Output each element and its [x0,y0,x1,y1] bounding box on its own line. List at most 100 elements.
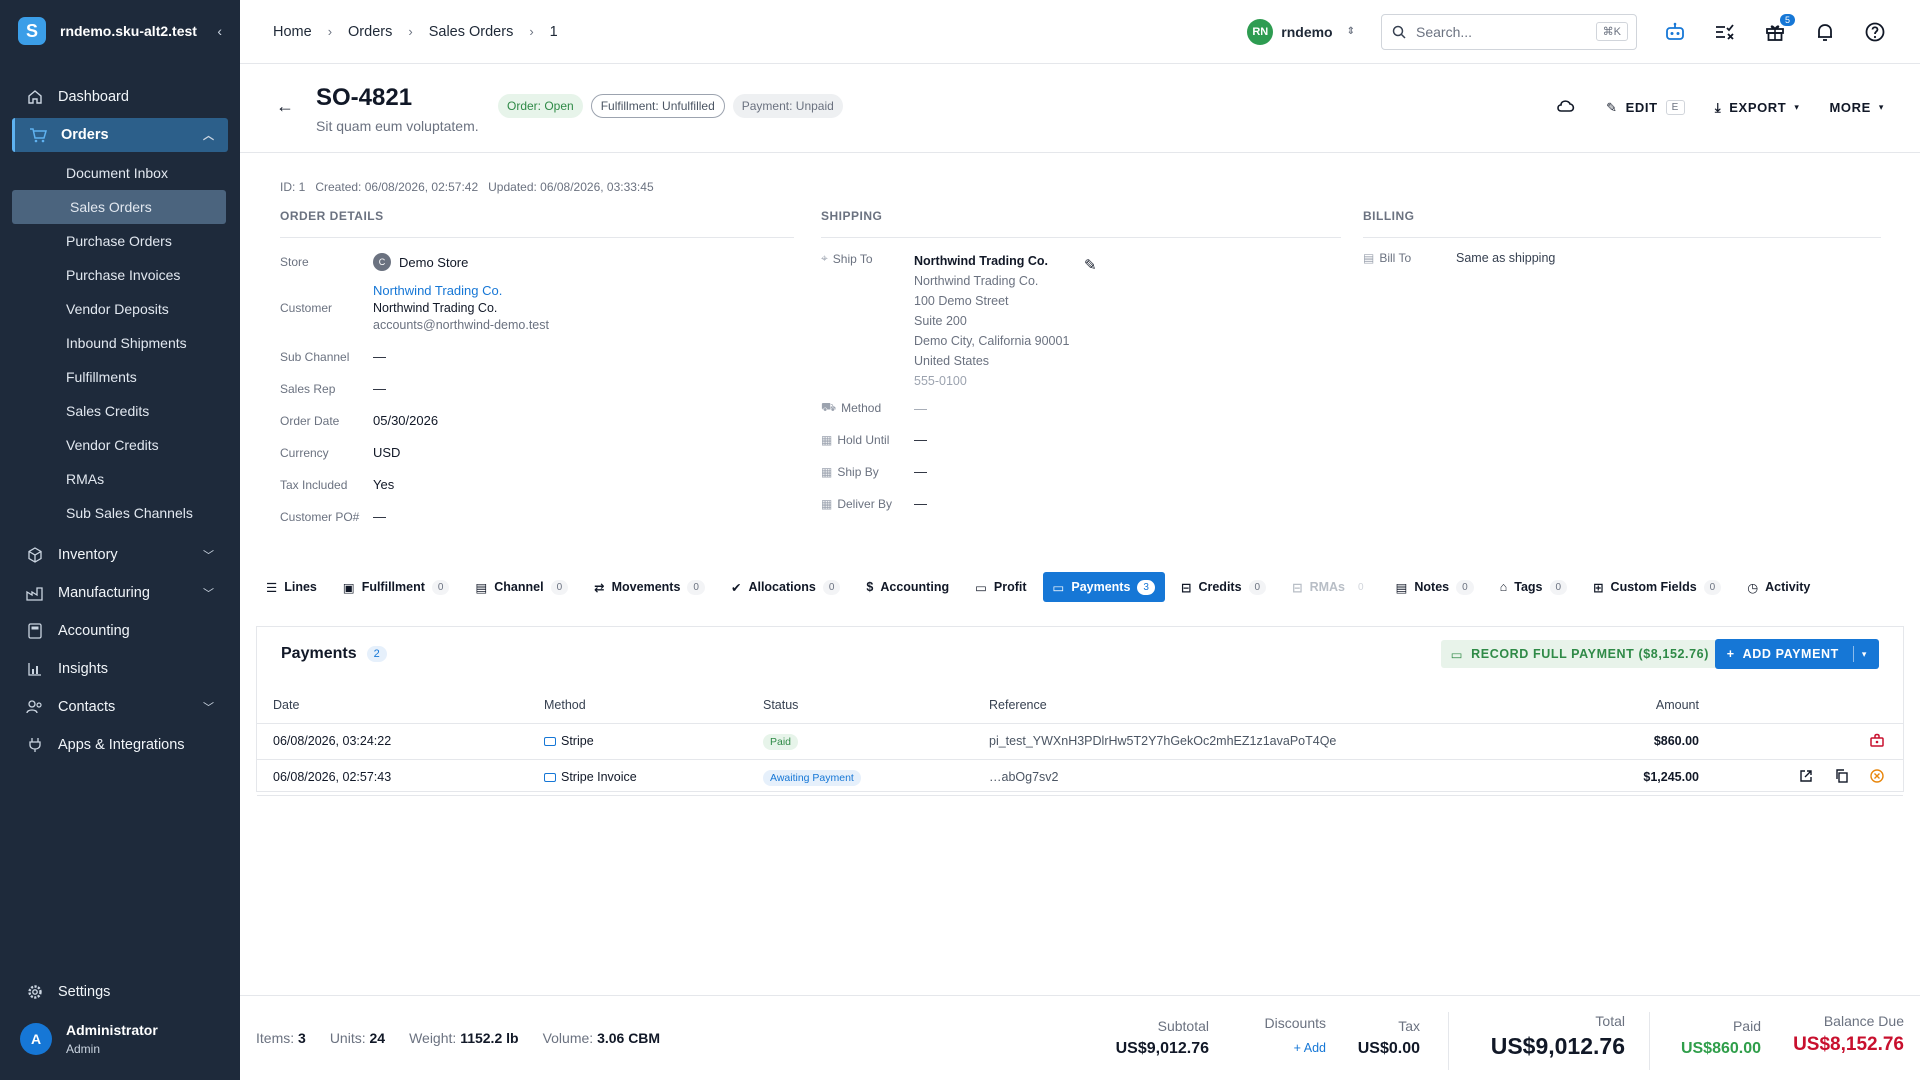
back-arrow-icon[interactable]: ← [276,96,294,117]
tab-movements[interactable]: ⇄ Movements 0 [584,572,715,602]
payment-amount: $1,245.00 [1549,759,1699,796]
sidebar-subitem-sub-sales-channels[interactable]: Sub Sales Channels [12,496,226,530]
tab-channel[interactable]: ▤ Channel 0 [465,572,578,602]
contacts-icon [26,698,44,716]
sidebar-subitem-vendor-deposits[interactable]: Vendor Deposits [12,292,226,326]
user-name: Administrator [66,1022,158,1038]
tab-count: 3 [1137,579,1155,595]
sub-channel-value: — [373,349,386,364]
sidebar-subitem-sales-credits[interactable]: Sales Credits [12,394,226,428]
sidebar-item-apps-integrations[interactable]: Apps & Integrations [12,728,228,762]
sidebar-subitem-document-inbox[interactable]: Document Inbox [12,156,226,190]
table-row[interactable]: 06/08/2026, 03:24:22 Stripe Paid pi_test… [257,723,1903,760]
add-discount-button[interactable]: + Add [1265,1041,1326,1055]
org-switcher[interactable]: RN rndemo ⇕ [1247,18,1355,45]
column-header-actions [1699,687,1903,724]
more-button[interactable]: MORE ▾ [1829,100,1884,115]
user-menu[interactable]: A Administrator Admin [20,1022,158,1056]
payments-title-text: Payments [281,645,357,662]
copy-icon[interactable] [1834,768,1850,784]
order-created: Created: 06/08/2026, 02:57:42 [315,180,479,194]
credit-card-icon [544,737,556,746]
payment-actions [1699,723,1903,760]
sidebar-item-accounting[interactable]: Accounting [12,614,228,648]
app-logo[interactable]: S [18,17,46,45]
calendar-icon: ▦ [821,464,833,479]
sidebar-item-manufacturing[interactable]: Manufacturing ﹀ [12,576,228,610]
export-button[interactable]: ⤓ EXPORT ▾ [1715,100,1800,116]
sidebar-item-contacts[interactable]: Contacts ﹀ [12,690,228,724]
sidebar-subitem-rmas[interactable]: RMAs [12,462,226,496]
tab-custom-fields[interactable]: ⊞ Custom Fields 0 [1583,572,1731,602]
search-input[interactable]: Search... ⌘K [1381,13,1637,50]
edit-button[interactable]: ✎ EDIT E [1606,100,1685,116]
collapse-sidebar-icon[interactable]: ‹ [217,23,222,39]
sidebar-subitem-purchase-invoices[interactable]: Purchase Invoices [12,258,226,292]
tab-tags[interactable]: ⌂ Tags 0 [1490,572,1577,602]
tab-credits[interactable]: ⊟ Credits 0 [1171,572,1276,602]
table-row[interactable]: 06/08/2026, 02:57:43 Stripe Invoice Awai… [257,759,1903,796]
deliver-by-row: ▦ Deliver By — [821,496,927,511]
sidebar-subitem-fulfillments[interactable]: Fulfillments [12,360,226,394]
cancel-icon[interactable] [1869,768,1885,784]
tab-allocations[interactable]: ✔ Allocations 0 [721,572,850,602]
breadcrumb-home[interactable]: Home [273,24,312,40]
ai-assistant-icon[interactable] [1663,20,1687,44]
payment-method-text: Stripe Invoice [561,770,637,784]
column-header-amount-text: Amount [1655,697,1699,712]
sidebar-subitem-sales-orders[interactable]: Sales Orders [12,190,226,224]
subtotal-block: Subtotal US$9,012.76 [1116,1018,1209,1058]
tab-accounting[interactable]: $ Accounting [856,572,959,602]
gift-icon[interactable]: 5 [1763,13,1795,44]
tab-label: Movements [611,580,681,594]
chevron-up-icon: ︿ [203,130,214,142]
column-header-method[interactable]: Method [544,687,763,724]
chevron-right-icon: › [327,24,333,39]
hold-until-value: — [914,432,927,447]
tasks-icon[interactable] [1713,20,1737,44]
column-header-amount[interactable]: Amount [1549,687,1699,724]
edit-address-icon[interactable]: ✎ [1084,256,1097,274]
tab-fulfillment[interactable]: ▣ Fulfillment 0 [333,572,460,602]
open-external-icon[interactable] [1798,768,1814,784]
breadcrumb-sales-orders[interactable]: Sales Orders [429,24,514,40]
sidebar-item-insights[interactable]: Insights [12,652,228,686]
store-label: Store [280,255,309,269]
add-payment-button[interactable]: + ADD PAYMENT ▾ [1714,639,1879,669]
plug-icon [26,736,44,754]
pencil-icon: ✎ [1606,99,1618,115]
customer-link[interactable]: Northwind Trading Co. [373,283,549,298]
avatar: A [20,1023,52,1055]
help-icon[interactable] [1863,20,1887,44]
sidebar-item-dashboard[interactable]: Dashboard [12,80,228,114]
chevron-down-icon[interactable]: ▾ [1862,649,1867,660]
return-icon: ⊟ [1292,580,1303,595]
cloud-sync-icon[interactable] [1556,98,1576,117]
order-actions: ✎ EDIT E ⤓ EXPORT ▾ MORE ▾ [1556,98,1884,117]
order-updated: Updated: 06/08/2026, 03:33:45 [488,180,654,194]
tab-rmas[interactable]: ⊟ RMAs 0 [1282,572,1379,602]
dollar-icon: $ [866,580,874,594]
tab-activity[interactable]: ◷ Activity [1737,572,1820,602]
tab-notes[interactable]: ▤ Notes 0 [1386,572,1484,602]
refund-icon[interactable] [1869,732,1885,748]
cart-icon [29,126,47,144]
bell-icon[interactable] [1813,20,1837,44]
column-header-reference[interactable]: Reference [989,687,1549,724]
tab-lines[interactable]: ☰ Lines [256,572,327,602]
record-full-payment-button[interactable]: ▭ RECORD FULL PAYMENT ($8,152.76) [1440,640,1719,668]
sidebar-item-orders[interactable]: Orders ︿ [12,118,228,152]
tab-payments[interactable]: ▭ Payments 3 [1042,572,1165,602]
sidebar-subitem-purchase-orders[interactable]: Purchase Orders [12,224,226,258]
store-name[interactable]: rndemo.sku-alt2.test [60,23,203,39]
sidebar-subitem-vendor-credits[interactable]: Vendor Credits [12,428,226,462]
sidebar-item-settings[interactable]: Settings [12,975,228,1009]
sidebar-subitem-inbound-shipments[interactable]: Inbound Shipments [12,326,226,360]
column-header-status[interactable]: Status [763,687,989,724]
edit-shortcut: E [1665,100,1685,115]
sales-rep-label: Sales Rep [280,381,336,396]
breadcrumb-orders[interactable]: Orders [348,24,392,40]
sidebar-item-inventory[interactable]: Inventory ﹀ [12,538,228,572]
tab-profit[interactable]: ▭ Profit [965,572,1036,602]
column-header-date[interactable]: Date [257,687,544,724]
